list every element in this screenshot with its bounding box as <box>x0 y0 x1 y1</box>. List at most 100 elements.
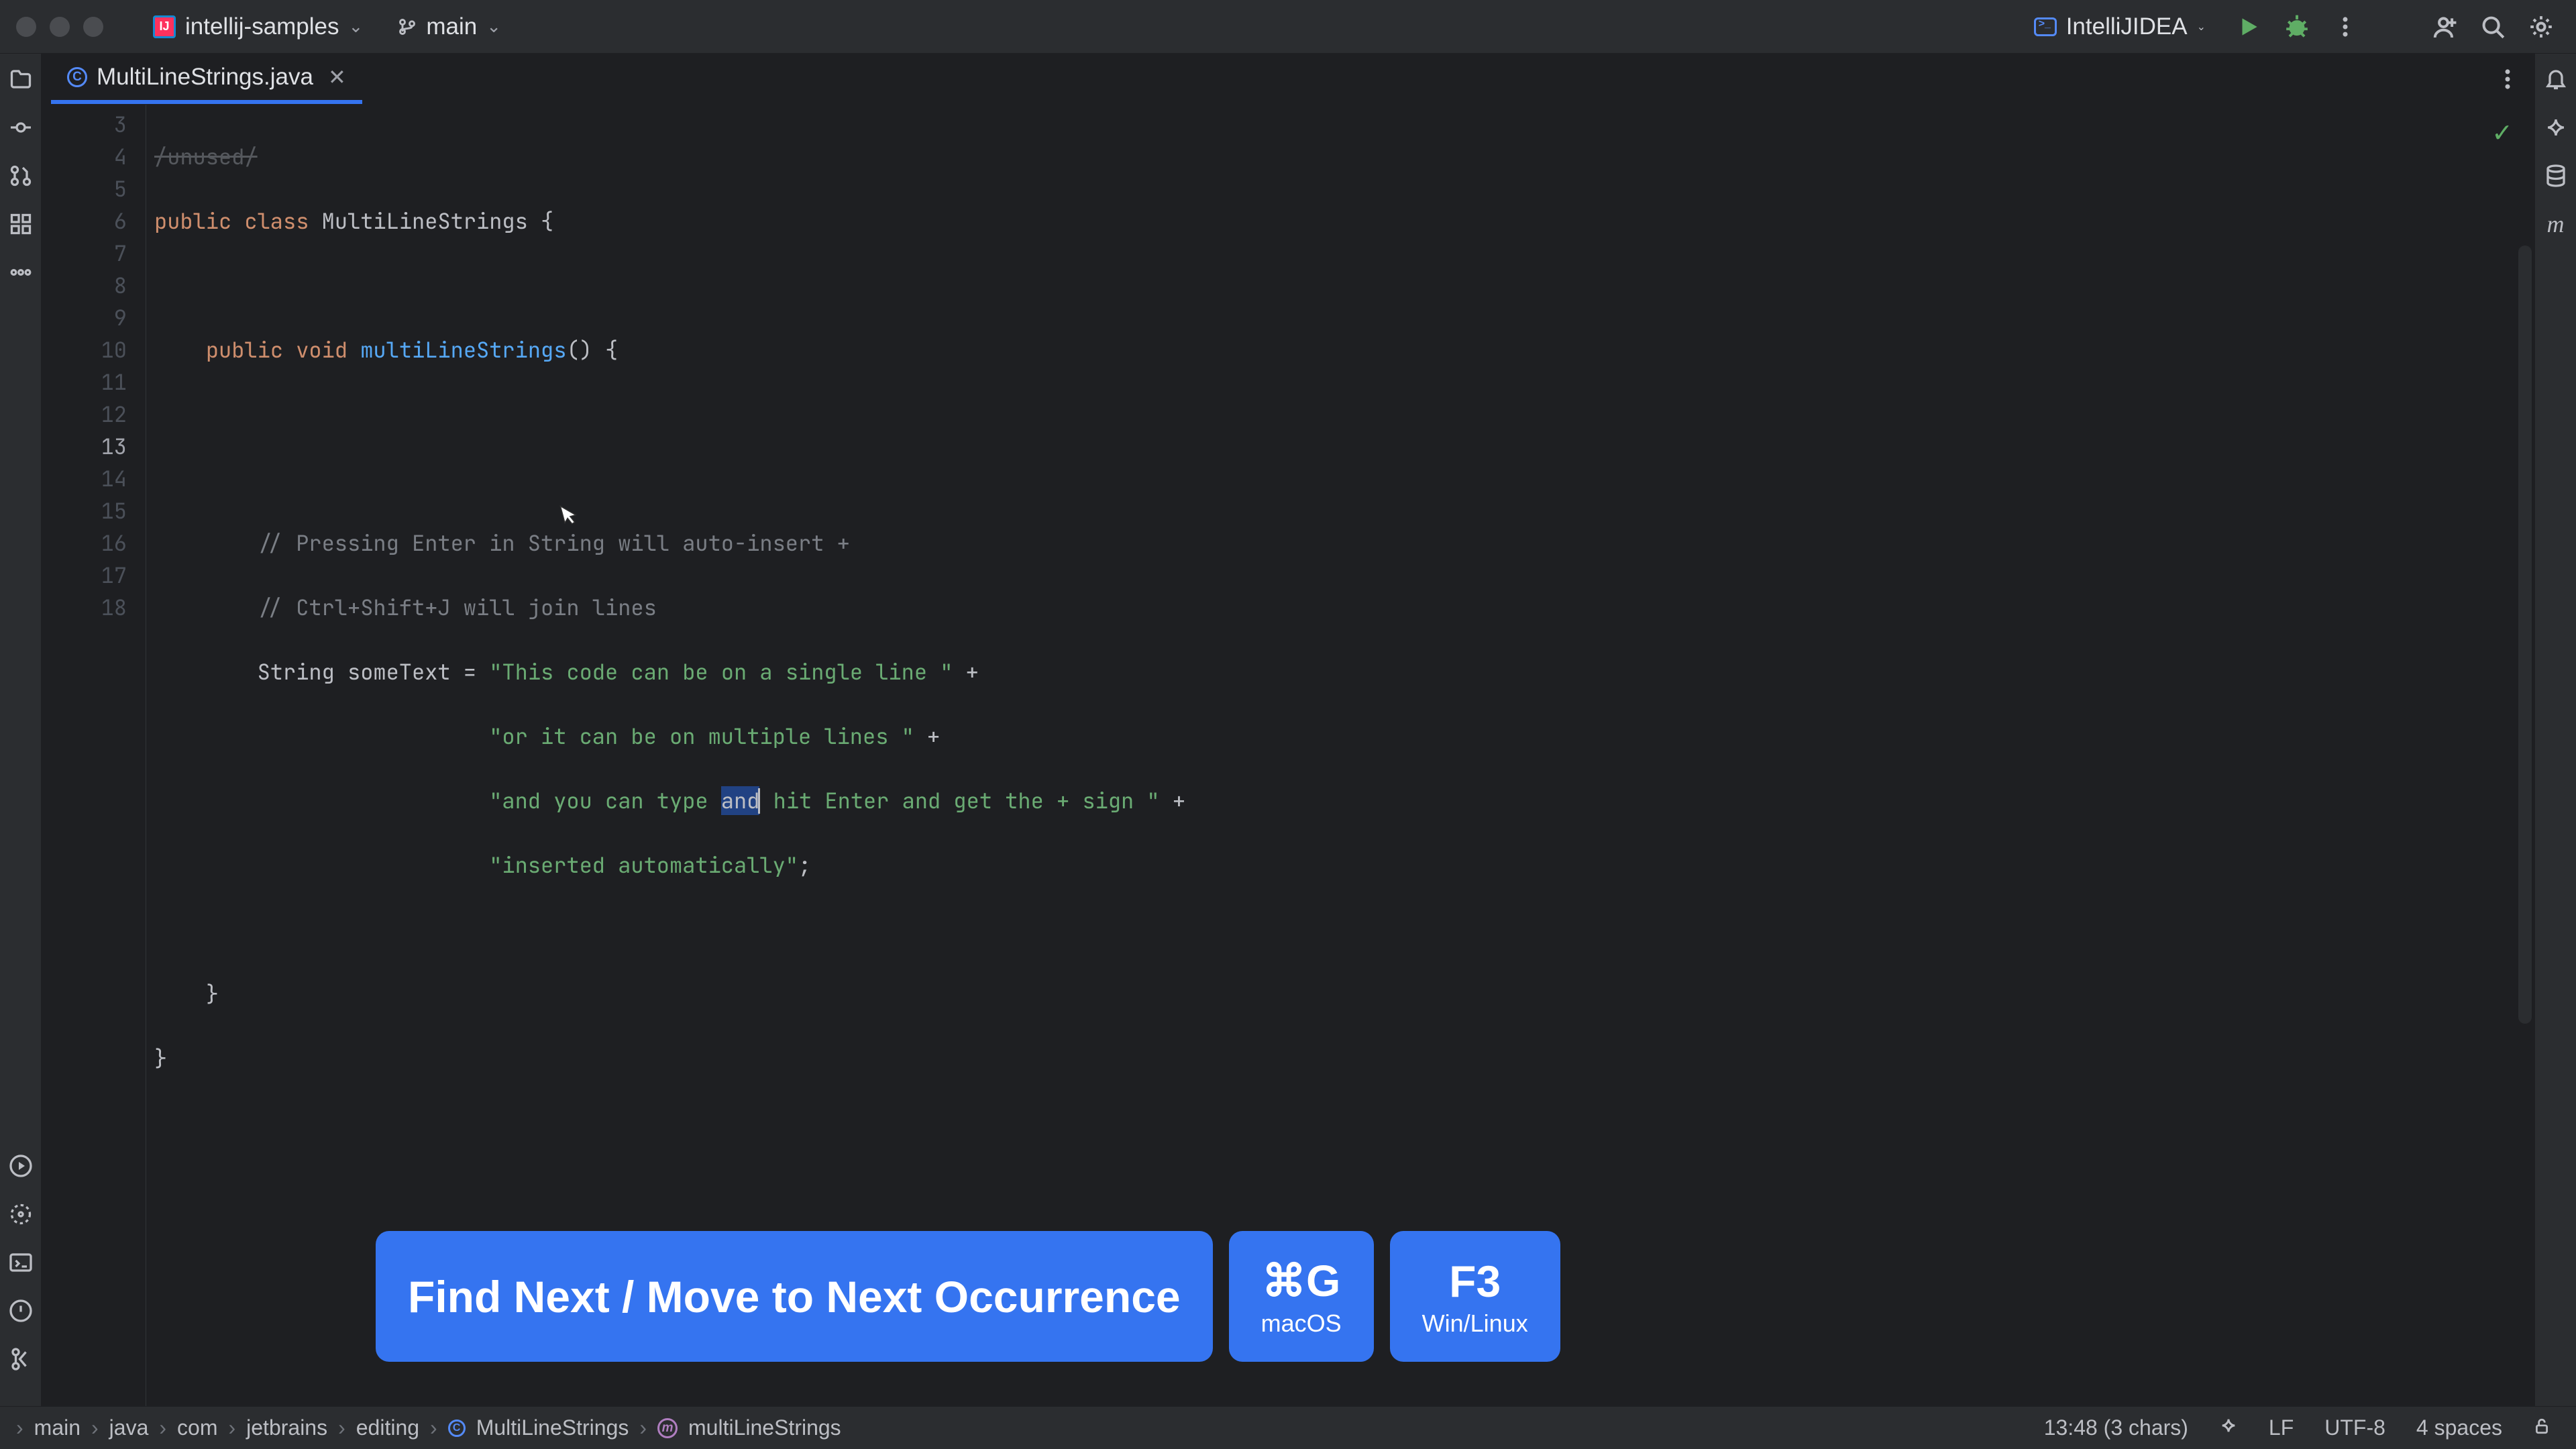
line-number: 11 <box>42 366 127 398</box>
maven-tool-icon[interactable]: m <box>2541 209 2571 239</box>
line-number: 15 <box>42 495 127 527</box>
code-content[interactable]: /unused/ public class MultiLineStrings {… <box>146 105 2534 1406</box>
breadcrumb-item[interactable]: editing <box>356 1415 419 1440</box>
branch-name: main <box>426 13 477 40</box>
chevron-right-icon: › <box>228 1415 235 1440</box>
pull-requests-icon[interactable] <box>6 161 36 191</box>
shortcut-hint-overlay: Find Next / Move to Next Occurrence ⌘G m… <box>376 1231 1560 1362</box>
chevron-right-icon: › <box>159 1415 166 1440</box>
code-text: // Pressing Enter in String will auto-in… <box>258 529 850 557</box>
run-configuration-selector[interactable]: IntelliJIDEA ⌄ <box>2021 8 2219 46</box>
services-tool-icon[interactable] <box>6 1199 36 1229</box>
line-number: 3 <box>42 109 127 141</box>
shortcut-mac-key: ⌘G <box>1262 1255 1340 1307</box>
inspection-ok-icon[interactable]: ✓ <box>2491 118 2513 148</box>
code-text: class <box>244 207 309 235</box>
line-number: 14 <box>42 463 127 495</box>
line-number: 7 <box>42 237 127 270</box>
line-number: 17 <box>42 559 127 592</box>
terminal-tool-icon[interactable] <box>6 1248 36 1277</box>
breadcrumb-item[interactable]: multiLineStrings <box>688 1415 841 1440</box>
close-window[interactable] <box>16 17 36 37</box>
chevron-right-icon: › <box>338 1415 345 1440</box>
code-with-me-button[interactable] <box>2426 8 2463 46</box>
commit-tool-icon[interactable] <box>6 113 36 142</box>
shortcut-win-os: Win/Linux <box>1422 1309 1528 1338</box>
line-number: 9 <box>42 302 127 334</box>
project-selector[interactable]: IJ intellij-samples ⌄ <box>141 8 375 46</box>
line-number: 10 <box>42 334 127 366</box>
titlebar: IJ intellij-samples ⌄ main ⌄ IntelliJIDE… <box>0 0 2576 54</box>
line-number: 4 <box>42 141 127 173</box>
breadcrumb-item[interactable]: jetbrains <box>246 1415 327 1440</box>
line-number: 16 <box>42 527 127 559</box>
code-text: + <box>953 657 978 686</box>
breadcrumb-item[interactable]: MultiLineStrings <box>476 1415 629 1440</box>
code-text: public <box>154 207 231 235</box>
editor-scrollbar[interactable] <box>2518 246 2532 1024</box>
window-controls <box>16 17 103 37</box>
editor-tabs: C MultiLineStrings.java ✕ <box>42 54 2534 105</box>
database-tool-icon[interactable] <box>2541 161 2571 191</box>
maximize-window[interactable] <box>83 17 103 37</box>
code-text: String someText = <box>258 657 490 686</box>
chevron-down-icon: ⌄ <box>486 16 501 37</box>
branch-selector[interactable]: main ⌄ <box>386 8 513 46</box>
debug-button[interactable] <box>2278 8 2316 46</box>
more-actions-button[interactable] <box>2326 8 2364 46</box>
code-text: () { <box>566 335 618 364</box>
chevron-right-icon: › <box>430 1415 437 1440</box>
project-name: intellij-samples <box>185 13 339 40</box>
breadcrumb-item[interactable]: com <box>177 1415 217 1440</box>
java-class-icon: C <box>448 1419 466 1437</box>
editor-body[interactable]: 3 4 5 6 7 8 9 10 11 12 13 14 15 16 17 18… <box>42 105 2534 1406</box>
run-button[interactable] <box>2230 8 2267 46</box>
breadcrumbs[interactable]: › main › java › com › jetbrains › editin… <box>16 1415 841 1440</box>
breadcrumb-item[interactable]: java <box>109 1415 149 1440</box>
code-text: "inserted automatically" <box>489 851 798 879</box>
line-number: 8 <box>42 270 127 302</box>
line-number: 5 <box>42 173 127 205</box>
chevron-down-icon: ⌄ <box>349 16 364 37</box>
run-tool-icon[interactable] <box>6 1151 36 1181</box>
structure-tool-icon[interactable] <box>6 209 36 239</box>
ai-assistant-icon[interactable] <box>2541 113 2571 142</box>
tab-more-icon[interactable] <box>2489 60 2526 98</box>
problems-tool-icon[interactable] <box>6 1296 36 1326</box>
ai-status-icon[interactable] <box>2210 1415 2247 1440</box>
java-class-icon: C <box>67 67 87 87</box>
line-number: 12 <box>42 398 127 431</box>
breadcrumb-item[interactable]: main <box>34 1415 80 1440</box>
caret-position[interactable]: 13:48 (3 chars) <box>2035 1415 2198 1440</box>
code-text: multiLineStrings <box>360 335 566 364</box>
code-text: ; <box>798 851 811 879</box>
text-caret <box>758 788 760 814</box>
code-text: "and you can type <box>489 786 721 815</box>
more-tools-icon[interactable] <box>6 258 36 287</box>
settings-button[interactable] <box>2522 8 2560 46</box>
main-area: C MultiLineStrings.java ✕ 3 4 5 6 7 8 9 … <box>0 54 2576 1406</box>
code-text: + <box>914 722 940 751</box>
notifications-icon[interactable] <box>2541 64 2571 94</box>
readonly-lock-icon[interactable] <box>2524 1415 2560 1440</box>
search-everywhere-button[interactable] <box>2474 8 2512 46</box>
chevron-right-icon: › <box>16 1415 23 1440</box>
minimize-window[interactable] <box>50 17 70 37</box>
indent-info[interactable]: 4 spaces <box>2407 1415 2512 1440</box>
line-separator[interactable]: LF <box>2259 1415 2303 1440</box>
project-tool-icon[interactable] <box>6 64 36 94</box>
java-method-icon: m <box>657 1418 678 1438</box>
code-text: "or it can be on multiple lines " <box>489 722 914 751</box>
run-config-name: IntelliJIDEA <box>2066 13 2188 40</box>
code-text: // Ctrl+Shift+J will join lines <box>258 593 657 622</box>
shortcut-win-panel: F3 Win/Linux <box>1390 1231 1560 1362</box>
close-tab-icon[interactable]: ✕ <box>328 64 346 90</box>
vcs-tool-icon[interactable] <box>6 1344 36 1374</box>
code-text: /unused/ <box>154 142 258 171</box>
editor-tab-active[interactable]: C MultiLineStrings.java ✕ <box>51 54 362 104</box>
file-encoding[interactable]: UTF-8 <box>2315 1415 2395 1440</box>
code-text: MultiLineStrings { <box>322 207 554 235</box>
shortcut-mac-panel: ⌘G macOS <box>1229 1231 1374 1362</box>
code-text: } <box>154 1044 167 1073</box>
chevron-right-icon: › <box>91 1415 99 1440</box>
